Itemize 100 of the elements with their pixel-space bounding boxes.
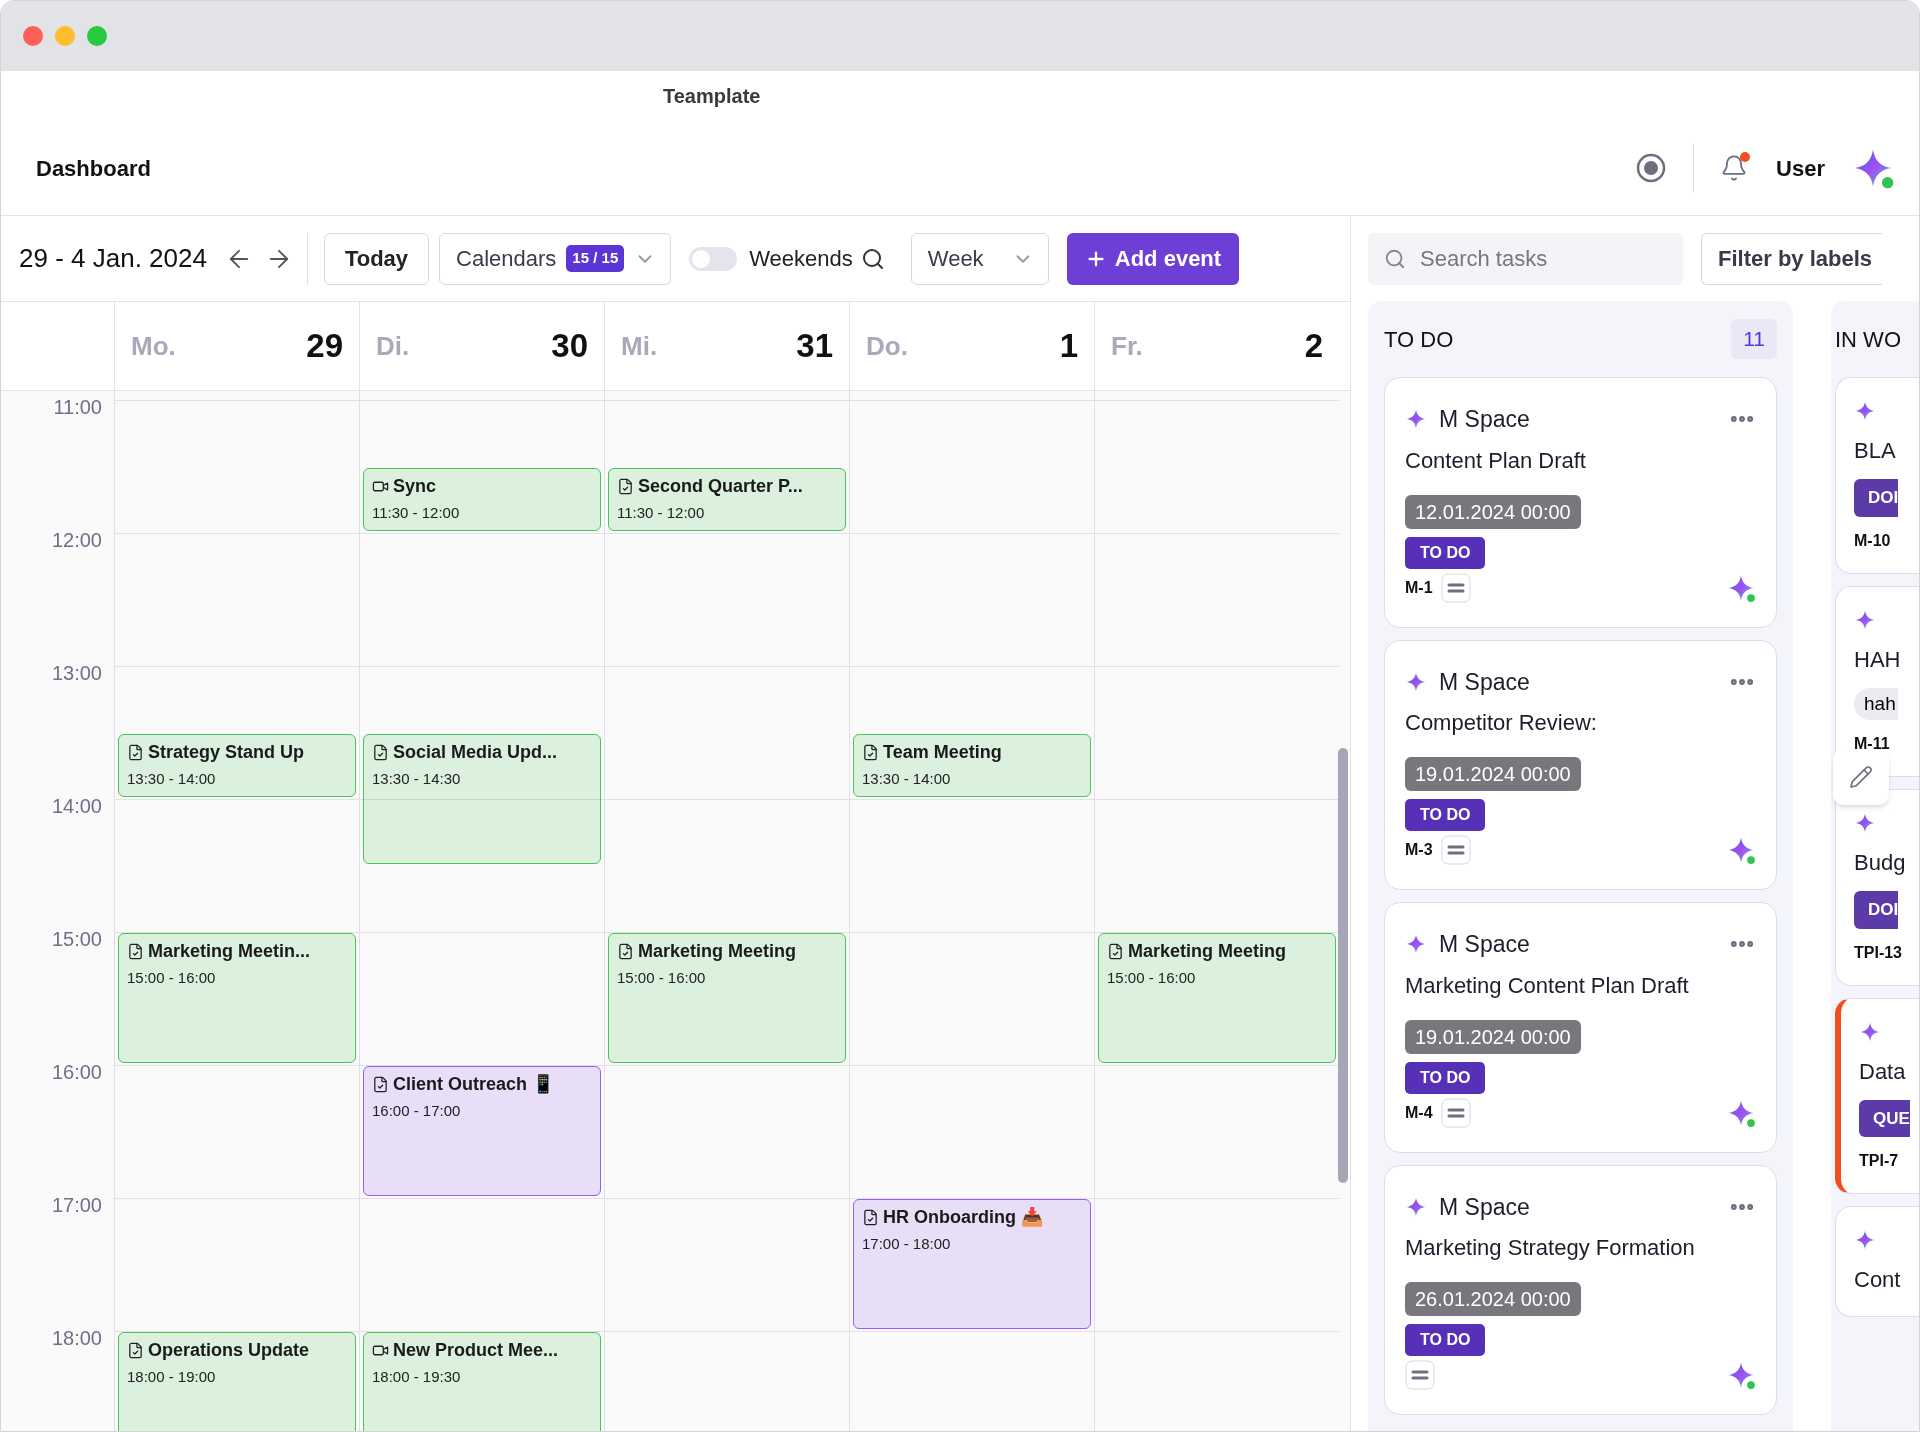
event-card[interactable]: Sync 11:30 - 12:00	[363, 467, 601, 531]
day-number: 2	[1304, 326, 1323, 367]
weekends-toggle[interactable]	[689, 246, 738, 271]
event-card[interactable]: Client Outreach 📱 16:00 - 17:00	[363, 1066, 601, 1196]
task-card[interactable]: M Space Marketing Content Plan Draft 19.01.2024 00:00 TO DO M-4	[1384, 902, 1777, 1153]
event-title: New Product Mee...	[393, 1339, 559, 1362]
hour-label: 13:00	[51, 661, 102, 686]
column-title: TO DO	[1384, 325, 1454, 354]
weekday-label: Mi.	[621, 329, 658, 363]
event-time: 17:00 - 18:00	[862, 1234, 952, 1254]
task-key: M-11	[1854, 732, 1919, 756]
status-badge: TO DO	[1405, 1324, 1486, 1356]
task-card[interactable]: Budg DOI TPI-13	[1835, 789, 1919, 986]
view-dropdown[interactable]: Week	[910, 232, 1049, 285]
status-badge: DOI	[1854, 891, 1899, 929]
status-badge: TO DO	[1405, 536, 1486, 569]
task-title: Competitor Review:	[1405, 711, 1598, 735]
status-badge: TO DO	[1405, 799, 1486, 831]
event-title: Strategy Stand Up	[148, 740, 305, 764]
notification-bell-icon[interactable]	[1720, 154, 1749, 182]
search-tasks-field[interactable]: Search tasks	[1368, 232, 1683, 285]
day-number: 1	[1059, 326, 1078, 367]
record-icon[interactable]	[1635, 152, 1668, 184]
task-key: M-4	[1405, 1100, 1433, 1125]
weekday-label: Do.	[866, 329, 908, 363]
hour-label: 12:00	[51, 528, 102, 553]
day-number: 31	[796, 326, 833, 367]
event-title: Operations Update	[148, 1339, 310, 1362]
task-card[interactable]: HAH hah M-11	[1835, 585, 1919, 777]
document-check-icon	[617, 477, 634, 495]
task-card[interactable]: Cont	[1835, 1206, 1919, 1317]
document-check-icon	[862, 1209, 879, 1226]
calendars-dropdown[interactable]: Calendars 15 / 15	[439, 232, 672, 285]
event-card[interactable]: Social Media Upd... 13:30 - 14:30	[363, 733, 601, 864]
event-card[interactable]: New Product Mee... 18:00 - 19:30	[363, 1332, 601, 1431]
event-time: 13:30 - 14:00	[127, 768, 217, 789]
task-title: Cont	[1854, 1266, 1902, 1294]
project-name: M Space	[1439, 930, 1530, 959]
event-card[interactable]: Strategy Stand Up 13:30 - 14:00	[118, 733, 356, 797]
window-title: Teamplate	[663, 84, 761, 109]
pencil-icon	[1849, 765, 1873, 789]
today-button[interactable]: Today	[323, 232, 430, 285]
task-card[interactable]: Data QUE TPI-7	[1835, 997, 1919, 1194]
project-name: M Space	[1439, 1192, 1530, 1222]
event-card[interactable]: HR Onboarding 📥 17:00 - 18:00	[853, 1199, 1091, 1329]
weekday-label: Di.	[376, 329, 410, 363]
user-name: User	[1776, 154, 1825, 183]
task-title: HAH	[1854, 645, 1902, 674]
event-card[interactable]: Second Quarter P... 11:30 - 12:00	[608, 467, 846, 531]
event-title: Marketing Meetin...	[148, 940, 311, 963]
column-title: IN WO	[1835, 325, 1901, 354]
task-key: TPI-13	[1854, 940, 1919, 965]
event-title: Social Media Upd...	[393, 740, 558, 764]
task-card[interactable]: M Space Content Plan Draft 12.01.2024 00:00 TO DO M-1	[1384, 377, 1777, 628]
event-card[interactable]: Marketing Meeting 15:00 - 16:00	[608, 933, 846, 1063]
task-title: Content Plan Draft	[1405, 448, 1587, 473]
task-key: M-1	[1405, 575, 1433, 600]
hour-label: 18:00	[51, 1326, 102, 1351]
event-card[interactable]: Marketing Meetin... 15:00 - 16:00	[118, 933, 356, 1063]
hour-label: 11:00	[53, 395, 102, 420]
document-check-icon	[372, 743, 389, 761]
date-range: 29 - 4 Jan. 2024	[19, 242, 207, 275]
event-title: Second Quarter P...	[638, 474, 803, 498]
priority-icon	[1405, 1360, 1435, 1390]
due-date-badge: 19.01.2024 00:00	[1405, 1019, 1581, 1054]
event-title: Team Meeting	[883, 740, 1002, 764]
task-card[interactable]: BLA DOI M-10	[1835, 377, 1919, 574]
task-title: Marketing Content Plan Draft	[1405, 973, 1690, 998]
task-title: BLA	[1854, 437, 1897, 465]
event-card[interactable]: Operations Update 18:00 - 19:00	[118, 1332, 356, 1431]
hour-label: 17:00	[51, 1193, 102, 1218]
event-card[interactable]: Marketing Meeting 15:00 - 16:00	[1098, 933, 1336, 1063]
scrollbar[interactable]	[1338, 748, 1348, 1183]
event-time: 18:00 - 19:30	[372, 1367, 462, 1387]
due-date-badge: 26.01.2024 00:00	[1405, 1282, 1581, 1316]
page-title: Dashboard	[36, 154, 151, 183]
event-time: 16:00 - 17:00	[372, 1101, 462, 1121]
priority-icon	[1440, 835, 1471, 865]
event-time: 13:30 - 14:00	[862, 768, 952, 789]
edit-button[interactable]	[1833, 749, 1889, 805]
day-number: 30	[551, 326, 588, 367]
add-event-button[interactable]: Add event	[1066, 232, 1240, 285]
hour-label: 14:00	[51, 794, 102, 819]
document-check-icon	[127, 943, 144, 960]
weekday-label: Mo.	[131, 329, 176, 363]
task-card[interactable]: M Space Marketing Strategy Formation 26.01.2024 00:00 TO DO	[1384, 1164, 1777, 1415]
document-check-icon	[127, 1342, 144, 1359]
event-title: Client Outreach 📱	[393, 1073, 555, 1096]
weekday-label: Fr.	[1111, 329, 1143, 363]
due-date-badge: 19.01.2024 00:00	[1405, 757, 1581, 791]
event-time: 15:00 - 16:00	[1107, 968, 1197, 988]
hour-label: 15:00	[51, 927, 102, 952]
event-time: 11:30 - 12:00	[372, 502, 461, 523]
hour-label: 16:00	[51, 1060, 102, 1085]
task-card[interactable]: M Space Competitor Review: 19.01.2024 00:00 TO DO M-3	[1384, 639, 1777, 890]
priority-icon	[1440, 572, 1471, 603]
event-card[interactable]: Team Meeting 13:30 - 14:00	[853, 733, 1091, 797]
status-badge: QUE	[1859, 1099, 1910, 1137]
filter-labels-button[interactable]: Filter by labels	[1701, 232, 1883, 285]
search-icon[interactable]	[860, 246, 885, 271]
